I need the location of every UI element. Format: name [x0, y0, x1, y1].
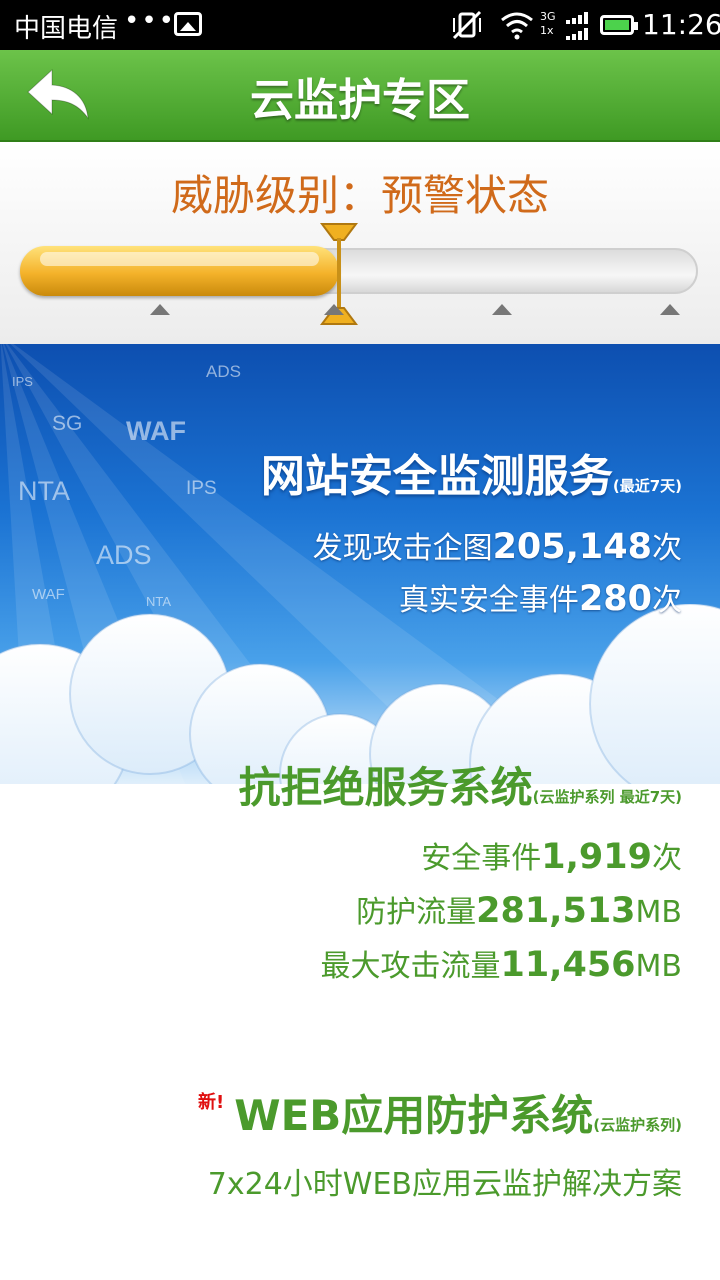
ddos-max-label: 最大攻击流量: [320, 949, 501, 984]
website-monitor-heading: 网站安全监测服务(最近7天): [261, 440, 682, 504]
vibrate-mute-icon: [452, 10, 482, 40]
ddos-traffic-unit: MB: [635, 895, 682, 930]
clock: 11:26: [642, 8, 720, 41]
network-1x-label: 1x: [540, 24, 554, 37]
website-monitor-title: 网站安全监测服务: [260, 451, 613, 502]
threat-tick-1: [150, 304, 170, 315]
hero-tag: NTA: [18, 476, 70, 506]
waf-series: (云监护系列): [593, 1116, 682, 1134]
ddos-max-unit: MB: [635, 949, 682, 984]
threat-level-panel: 威胁级别：预警状态: [0, 142, 720, 344]
threat-level-label: 威胁级别：预警状态: [170, 171, 549, 220]
attack-attempts-label: 发现攻击企图: [312, 531, 493, 566]
sky-hero: IPS ADS SG WAF NTA IPS ADS WAF NTA 网站安全监…: [0, 344, 720, 1280]
waf-section[interactable]: 新! WEB应用防护系统(云监护系列) 7x24小时WEB应用云监护解决方案: [198, 1082, 682, 1211]
hero-tag: ADS: [96, 540, 152, 570]
hero-tag: ADS: [206, 362, 241, 381]
ddos-period: (云监护系列 最近7天): [532, 788, 682, 806]
network-type-label: 3G 1x: [540, 10, 556, 38]
threat-tick-2: [324, 304, 344, 315]
hero-tag: IPS: [186, 478, 217, 499]
ddos-max-row: 最大攻击流量11,456MB: [239, 939, 682, 993]
ddos-traffic-row: 防护流量281,513MB: [239, 885, 682, 939]
network-3g-label: 3G: [540, 10, 556, 23]
ddos-traffic-label: 防护流量: [356, 895, 477, 930]
ddos-traffic-value: 281,513: [476, 891, 636, 931]
ddos-max-value: 11,456: [500, 945, 636, 985]
battery-icon: [600, 15, 638, 35]
waf-title: WEB应用防护系统: [234, 1091, 594, 1140]
threat-tick-4: [660, 304, 680, 315]
website-monitor-section[interactable]: 网站安全监测服务(最近7天) 发现攻击企图205,148次 真实安全事件280次: [261, 440, 682, 626]
ddos-section[interactable]: 抗拒绝服务系统(云监护系列 最近7天) 安全事件1,919次 防护流量281,5…: [239, 754, 682, 993]
waf-description: 7x24小时WEB应用云监护解决方案: [207, 1167, 682, 1202]
attack-attempts-value: 205,148: [492, 527, 652, 567]
wifi-icon: [501, 12, 533, 40]
real-events-unit: 次: [652, 583, 682, 618]
ddos-heading: 抗拒绝服务系统(云监护系列 最近7天): [239, 754, 682, 815]
hero-tag: WAF: [126, 416, 186, 446]
hero-tag: IPS: [12, 374, 33, 389]
ddos-events-unit: 次: [652, 841, 682, 876]
attack-attempts-row: 发现攻击企图205,148次: [261, 522, 682, 574]
page-title: 云监护专区: [250, 75, 470, 126]
ddos-events-row: 安全事件1,919次: [239, 831, 682, 885]
website-monitor-period: (最近7天): [612, 477, 682, 495]
ddos-events-label: 安全事件: [421, 841, 542, 876]
real-events-label: 真实安全事件: [398, 583, 579, 618]
carrier-label: 中国电信: [14, 14, 119, 44]
new-badge: 新!: [198, 1092, 225, 1113]
real-events-value: 280: [578, 579, 652, 619]
more-notifications-icon: •••: [124, 6, 177, 36]
real-events-row: 真实安全事件280次: [261, 574, 682, 626]
threat-tick-3: [492, 304, 512, 315]
hero-tag: WAF: [32, 586, 65, 603]
image-notification-icon: [174, 12, 202, 36]
status-bar: 中国电信 ••• 3G 1x 11:26: [0, 0, 720, 50]
signal-icon: [566, 12, 588, 40]
ddos-events-value: 1,919: [541, 837, 652, 877]
app-header: 云监护专区: [0, 50, 720, 142]
ddos-title: 抗拒绝服务系统: [238, 763, 533, 812]
attack-attempts-unit: 次: [652, 531, 682, 566]
hero-tag: SG: [52, 412, 83, 435]
threat-level-shine: [40, 252, 319, 266]
waf-heading: 新! WEB应用防护系统(云监护系列): [198, 1082, 682, 1143]
